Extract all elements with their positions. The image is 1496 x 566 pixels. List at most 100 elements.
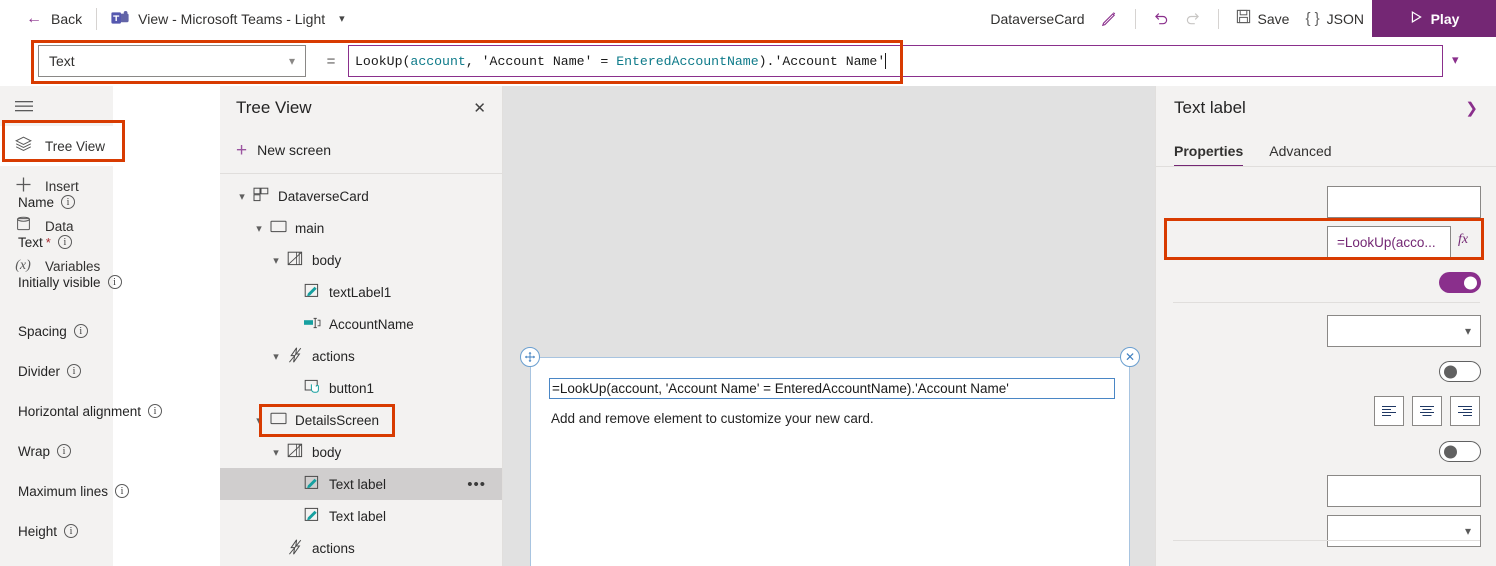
layers-icon (14, 136, 32, 156)
power-apps-cards-designer: ← Back View - Microsoft Teams - Light ▾ (0, 0, 1496, 566)
back-button[interactable]: ← Back (26, 9, 96, 27)
formula-text: LookUp(account, 'Account Name' = Entered… (355, 54, 885, 69)
close-circle-icon[interactable]: ✕ (1120, 347, 1140, 367)
play-button-label: Play (1430, 10, 1460, 27)
pencil-icon[interactable] (1094, 3, 1126, 35)
card-text-field[interactable]: =LookUp(account, 'Account Name' = Entere… (549, 378, 1115, 399)
property-label: Height i (0, 524, 79, 539)
property-row: Initially visible i (0, 262, 341, 302)
property-label: Spacing i (0, 324, 88, 339)
info-circle-icon[interactable]: i (115, 484, 130, 498)
json-button[interactable]: { } JSON (1297, 3, 1372, 35)
properties-tabs: Properties Advanced (1156, 130, 1496, 167)
tab-properties[interactable]: Properties (1174, 143, 1244, 167)
undo-arrow-icon[interactable] (1145, 3, 1177, 35)
top-bar-right-group: DataverseCard Save { } JSON Play (990, 0, 1496, 37)
info-circle-icon[interactable]: i (73, 324, 88, 338)
property-input[interactable]: =LookUp(acco... (1327, 226, 1451, 258)
info-circle-icon[interactable]: i (61, 195, 76, 209)
property-select[interactable]: ▾ (1327, 515, 1481, 547)
hamburger-menu-icon[interactable] (0, 86, 113, 126)
property-label-text: Maximum lines (18, 483, 109, 499)
property-label-text: Name (18, 194, 55, 210)
floppy-disk-icon (1236, 9, 1251, 28)
microsoft-teams-icon (111, 10, 129, 27)
new-screen-button[interactable]: + New screen (220, 130, 502, 170)
top-bar-left-group: ← Back View - Microsoft Teams - Light ▾ (0, 0, 345, 37)
property-toggle[interactable] (1439, 441, 1481, 462)
chevron-down-icon: ▾ (1464, 324, 1471, 338)
tab-advanced[interactable]: Advanced (1269, 143, 1331, 167)
close-icon[interactable]: ✕ (473, 99, 486, 117)
formula-token-plain: , 'Account Name' = (465, 53, 617, 69)
top-command-bar: ← Back View - Microsoft Teams - Light ▾ (0, 0, 1496, 37)
property-toggle[interactable] (1439, 272, 1481, 293)
formula-expand-chevron-down-icon[interactable]: ▾ (1452, 52, 1459, 68)
move-four-arrows-icon[interactable] (520, 347, 540, 367)
property-label: Divider i (0, 364, 82, 379)
info-circle-icon[interactable]: i (57, 235, 72, 249)
info-circle-icon[interactable]: i (67, 364, 82, 378)
toggle-knob (1444, 365, 1457, 378)
property-toggle[interactable] (1439, 361, 1481, 382)
info-circle-icon[interactable]: i (107, 275, 122, 289)
property-row: Height i (0, 511, 341, 551)
card-text-field-value: =LookUp(account, 'Account Name' = Entere… (552, 381, 1009, 396)
property-label: Name i (0, 194, 76, 210)
align-center-icon[interactable] (1412, 396, 1442, 426)
canvas-area: ✕ =LookUp(account, 'Account Name' = Ente… (503, 86, 1155, 566)
property-label: Horizontal alignment i (0, 403, 163, 419)
info-circle-icon[interactable]: i (148, 404, 163, 418)
card-body-text: Add and remove element to customize your… (551, 411, 874, 426)
align-left-icon[interactable] (1374, 396, 1404, 426)
save-button[interactable]: Save (1228, 3, 1298, 35)
info-circle-icon[interactable]: i (57, 444, 72, 458)
formula-input[interactable]: LookUp(account, 'Account Name' = Entered… (348, 45, 1443, 77)
formula-token-plain: LookUp( (355, 53, 411, 69)
required-asterisk: * (45, 234, 51, 250)
toggle-knob (1444, 445, 1457, 458)
divider (1173, 540, 1480, 541)
property-row: Text * i (0, 222, 341, 262)
sidebar-item-tree-view[interactable]: Tree View (0, 126, 113, 166)
divider (1173, 302, 1480, 303)
property-input[interactable] (1327, 186, 1481, 218)
toolbar-divider (1217, 8, 1219, 29)
property-label-text: Wrap (18, 443, 51, 459)
arrow-left-icon: ← (26, 9, 42, 27)
save-button-label: Save (1257, 10, 1290, 27)
chevron-down-icon: ▾ (1464, 524, 1471, 538)
horizontal-alignment-group (1374, 396, 1480, 426)
info-circle-icon[interactable]: i (64, 524, 79, 538)
property-label: Maximum lines i (0, 483, 130, 499)
ellipsis-icon[interactable]: ••• (467, 476, 486, 493)
property-select[interactable]: ▾ (1327, 315, 1481, 347)
sidebar-item-label: Tree View (45, 138, 106, 154)
align-right-icon[interactable] (1450, 396, 1480, 426)
properties-title: Text label (1174, 98, 1246, 117)
toggle-knob (1464, 276, 1477, 289)
property-input[interactable] (1327, 475, 1481, 507)
tree-view-title: Tree View (236, 98, 312, 117)
tree-view-header: Tree View ✕ (220, 86, 502, 130)
property-label-text: Text (18, 234, 43, 250)
property-value: =LookUp(acco... (1337, 234, 1436, 250)
fx-icon[interactable]: fx (1458, 232, 1468, 248)
plus-icon: + (236, 139, 248, 161)
card-preview[interactable]: ✕ =LookUp(account, 'Account Name' = Ente… (520, 347, 1140, 566)
toolbar-divider (1134, 8, 1136, 29)
card-name-label: DataverseCard (990, 10, 1085, 27)
chevron-right-icon[interactable]: ❯ (1465, 99, 1478, 117)
property-label-text: Horizontal alignment (18, 403, 142, 419)
divider (220, 173, 502, 174)
property-row: Horizontal alignment i (0, 391, 341, 431)
redo-arrow-icon (1177, 3, 1209, 35)
play-button[interactable]: Play (1372, 0, 1496, 37)
property-label: Wrap i (0, 443, 72, 459)
property-selector-dropdown[interactable]: Text ▾ (38, 45, 306, 77)
curly-braces-icon: { } (1305, 10, 1320, 27)
text-caret (885, 53, 887, 69)
chevron-down-icon: ▾ (339, 13, 345, 25)
app-title-dropdown[interactable]: View - Microsoft Teams - Light ▾ (111, 10, 345, 27)
properties-header: Text label ❯ (1156, 86, 1496, 130)
